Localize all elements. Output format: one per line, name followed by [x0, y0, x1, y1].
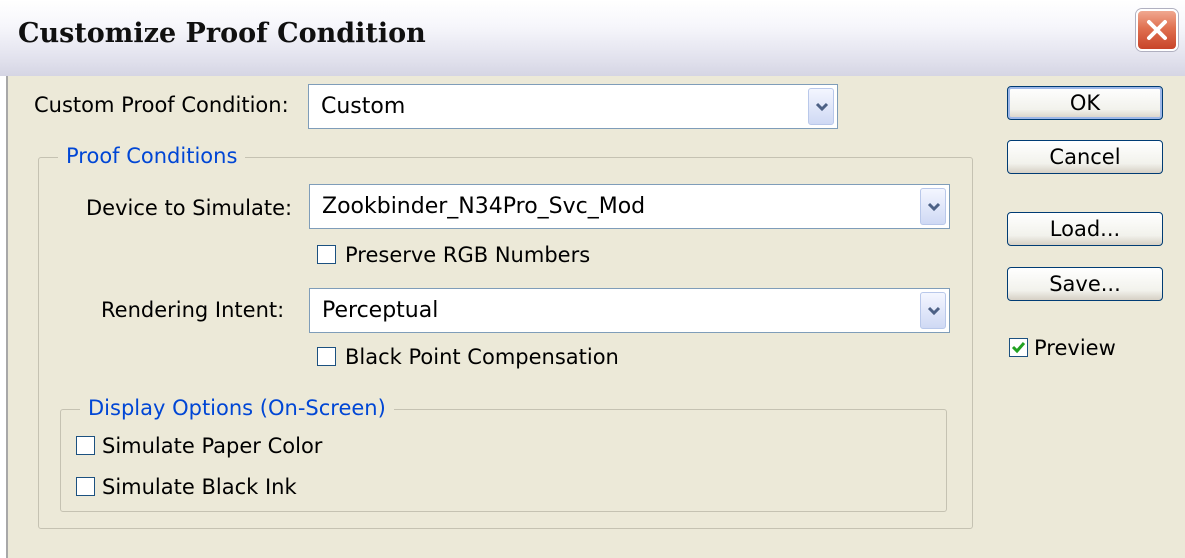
device-select[interactable]: Zookbinder_N34Pro_Svc_Mod	[309, 184, 950, 229]
chevron-down-icon	[927, 202, 941, 212]
paper-color-label: Simulate Paper Color	[102, 434, 323, 458]
chevron-down-icon	[815, 102, 829, 112]
ok-button[interactable]: OK	[1007, 86, 1163, 120]
checkmark-icon	[1011, 342, 1026, 354]
client-edge	[0, 76, 8, 558]
black-point-label: Black Point Compensation	[345, 345, 619, 369]
paper-color-checkbox[interactable]	[76, 436, 95, 455]
black-ink-checkbox[interactable]	[76, 477, 95, 496]
display-options-legend: Display Options (On-Screen)	[80, 396, 394, 420]
black-point-checkbox[interactable]	[317, 347, 336, 366]
cancel-button[interactable]: Cancel	[1007, 140, 1163, 174]
preview-checkbox[interactable]	[1009, 338, 1028, 357]
preserve-rgb-label: Preserve RGB Numbers	[345, 243, 591, 267]
custom-proof-select[interactable]: Custom	[308, 84, 838, 129]
rendering-intent-dropdown-button[interactable]	[920, 292, 946, 329]
preview-label: Preview	[1034, 336, 1116, 360]
proof-conditions-legend: Proof Conditions	[58, 144, 246, 168]
close-button[interactable]	[1136, 9, 1178, 51]
rendering-intent-value: Perceptual	[322, 298, 439, 323]
rendering-intent-select[interactable]: Perceptual	[309, 288, 950, 333]
device-dropdown-button[interactable]	[920, 188, 946, 225]
save-button[interactable]: Save...	[1007, 267, 1163, 301]
custom-proof-value: Custom	[321, 94, 406, 119]
device-value: Zookbinder_N34Pro_Svc_Mod	[322, 194, 646, 219]
preserve-rgb-checkbox[interactable]	[317, 245, 336, 264]
dialog-title: Customize Proof Condition	[18, 18, 426, 49]
chevron-down-icon	[927, 306, 941, 316]
rendering-intent-label: Rendering Intent:	[101, 298, 285, 322]
load-button[interactable]: Load...	[1007, 212, 1163, 246]
device-label: Device to Simulate:	[86, 196, 293, 220]
custom-proof-label: Custom Proof Condition:	[34, 93, 289, 117]
black-ink-label: Simulate Black Ink	[102, 475, 297, 499]
close-icon	[1147, 20, 1167, 40]
custom-proof-dropdown-button[interactable]	[808, 88, 834, 125]
